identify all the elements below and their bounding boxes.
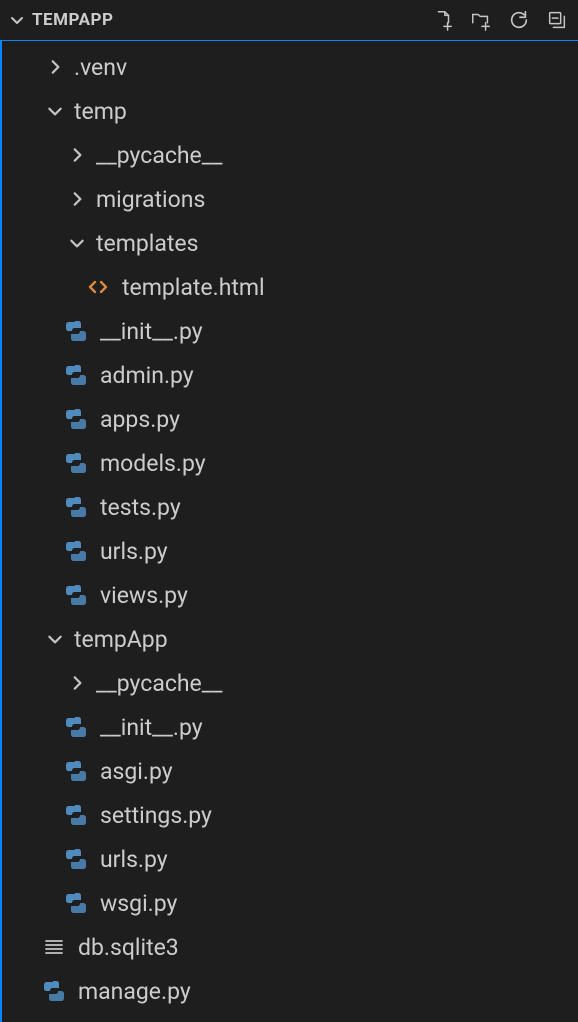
- chevron-right-icon: [68, 190, 86, 208]
- new-folder-icon[interactable]: [470, 9, 492, 31]
- chevron-down-icon: [8, 11, 26, 29]
- tree-folder[interactable]: __pycache__: [2, 133, 578, 177]
- python-icon: [62, 845, 90, 873]
- tree-item-label: admin.py: [100, 362, 194, 389]
- tree-folder[interactable]: tempApp: [2, 617, 578, 661]
- tree-file[interactable]: __init__.py: [2, 309, 578, 353]
- tree-item-label: wsgi.py: [100, 890, 177, 917]
- tree-item-label: __pycache__: [96, 142, 223, 169]
- database-icon: [40, 933, 68, 961]
- refresh-icon[interactable]: [508, 9, 530, 31]
- tree-item-label: apps.py: [100, 406, 180, 433]
- tree-item-label: manage.py: [78, 978, 191, 1005]
- tree-folder[interactable]: templates: [2, 221, 578, 265]
- tree-file[interactable]: admin.py: [2, 353, 578, 397]
- tree-file[interactable]: tests.py: [2, 485, 578, 529]
- tree-file[interactable]: urls.py: [2, 837, 578, 881]
- tree-file[interactable]: __init__.py: [2, 705, 578, 749]
- tree-item-label: tempApp: [74, 626, 168, 653]
- tree-item-label: migrations: [96, 186, 205, 213]
- tree-file[interactable]: models.py: [2, 441, 578, 485]
- tree-folder[interactable]: migrations: [2, 177, 578, 221]
- explorer-root-title: TEMPAPP: [32, 10, 113, 30]
- tree-item-label: temp: [74, 98, 127, 125]
- tree-item-label: tests.py: [100, 494, 181, 521]
- tree-item-label: views.py: [100, 582, 188, 609]
- tree-item-label: .venv: [74, 54, 127, 81]
- chevron-down-icon: [46, 630, 64, 648]
- tree-item-label: urls.py: [100, 538, 168, 565]
- tree-folder[interactable]: .venv: [2, 45, 578, 89]
- python-icon: [62, 713, 90, 741]
- python-icon: [62, 493, 90, 521]
- python-icon: [62, 757, 90, 785]
- python-icon: [62, 537, 90, 565]
- tree-file[interactable]: asgi.py: [2, 749, 578, 793]
- python-icon: [62, 317, 90, 345]
- tree-file[interactable]: db.sqlite3: [2, 925, 578, 969]
- explorer-header: TEMPAPP: [0, 0, 578, 40]
- explorer-actions: [432, 9, 568, 31]
- tree-file[interactable]: views.py: [2, 573, 578, 617]
- python-icon: [62, 361, 90, 389]
- tree-file[interactable]: settings.py: [2, 793, 578, 837]
- collapse-all-icon[interactable]: [546, 9, 568, 31]
- chevron-right-icon: [46, 58, 64, 76]
- python-icon: [62, 889, 90, 917]
- file-tree: .venv temp __pycache__ migrations templates t…: [0, 40, 578, 1022]
- tree-file[interactable]: wsgi.py: [2, 881, 578, 925]
- python-icon: [62, 405, 90, 433]
- explorer-header-left[interactable]: TEMPAPP: [8, 10, 113, 30]
- python-icon: [40, 977, 68, 1005]
- chevron-down-icon: [46, 102, 64, 120]
- chevron-down-icon: [68, 234, 86, 252]
- python-icon: [62, 581, 90, 609]
- python-icon: [62, 801, 90, 829]
- tree-item-label: __init__.py: [100, 318, 203, 345]
- python-icon: [62, 449, 90, 477]
- tree-folder[interactable]: temp: [2, 89, 578, 133]
- tree-item-label: templates: [96, 230, 199, 257]
- tree-file[interactable]: urls.py: [2, 529, 578, 573]
- tree-file[interactable]: manage.py: [2, 969, 578, 1013]
- tree-file[interactable]: apps.py: [2, 397, 578, 441]
- tree-item-label: settings.py: [100, 802, 212, 829]
- tree-item-label: __init__.py: [100, 714, 203, 741]
- html-icon: [84, 273, 112, 301]
- tree-item-label: __pycache__: [96, 670, 223, 697]
- tree-item-label: urls.py: [100, 846, 168, 873]
- tree-file[interactable]: template.html: [2, 265, 578, 309]
- tree-folder[interactable]: __pycache__: [2, 661, 578, 705]
- chevron-right-icon: [68, 674, 86, 692]
- tree-item-label: template.html: [122, 274, 265, 301]
- tree-item-label: db.sqlite3: [78, 934, 179, 961]
- new-file-icon[interactable]: [432, 9, 454, 31]
- chevron-right-icon: [68, 146, 86, 164]
- tree-item-label: asgi.py: [100, 758, 173, 785]
- tree-item-label: models.py: [100, 450, 206, 477]
